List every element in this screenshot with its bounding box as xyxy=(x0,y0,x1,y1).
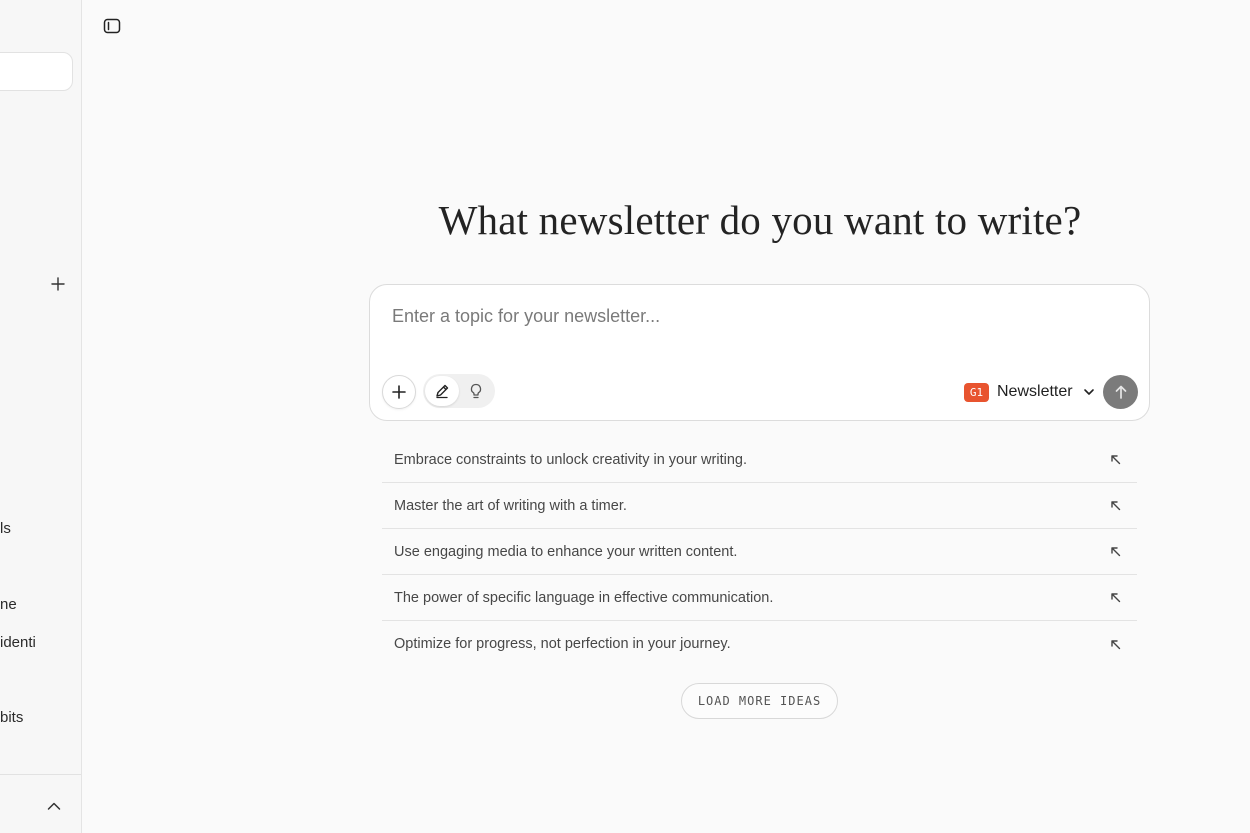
page-title: What newsletter do you want to write? xyxy=(438,197,1082,243)
composer: G1 Newsletter xyxy=(369,284,1150,421)
sidebar-item[interactable]: ls xyxy=(0,520,11,537)
ideas-mode-button[interactable] xyxy=(459,376,493,406)
sidebar-search-field[interactable] xyxy=(0,52,73,91)
ideas-list: Embrace constraints to unlock creativity… xyxy=(382,437,1137,667)
sidebar: ls ne identi bits xyxy=(0,0,82,833)
sidebar-item[interactable]: ne xyxy=(0,596,17,613)
pencil-icon xyxy=(436,384,449,399)
topic-input[interactable] xyxy=(390,303,1130,329)
idea-row[interactable]: The power of specific language in effect… xyxy=(382,575,1137,621)
write-mode-button[interactable] xyxy=(425,376,459,406)
send-button[interactable] xyxy=(1103,375,1138,409)
idea-row[interactable]: Use engaging media to enhance your writt… xyxy=(382,529,1137,575)
toggle-sidebar-button[interactable] xyxy=(101,16,122,36)
arrow-up-icon xyxy=(1115,385,1126,399)
idea-text: The power of specific language in effect… xyxy=(394,589,774,606)
lightbulb-icon xyxy=(470,383,482,398)
sidebar-add-button[interactable] xyxy=(48,274,68,294)
plus-icon xyxy=(51,277,65,291)
arrow-up-left-icon xyxy=(1107,636,1123,652)
idea-text: Optimize for progress, not perfection in… xyxy=(394,636,731,652)
idea-row[interactable]: Embrace constraints to unlock creativity… xyxy=(382,437,1137,483)
arrow-up-left-icon xyxy=(1107,498,1123,514)
arrow-up-left-icon xyxy=(1107,544,1123,560)
idea-text: Master the art of writing with a timer. xyxy=(394,497,627,514)
mode-toggle-group xyxy=(423,374,495,408)
sidebar-item[interactable]: identi xyxy=(0,634,36,651)
idea-row[interactable]: Master the art of writing with a timer. xyxy=(382,483,1137,529)
arrow-up-left-icon xyxy=(1107,590,1123,606)
format-select[interactable]: G1 Newsletter xyxy=(964,380,1095,404)
attach-button[interactable] xyxy=(382,375,416,409)
load-more-button[interactable]: LOAD MORE IDEAS xyxy=(681,683,838,719)
plus-icon xyxy=(392,385,406,399)
arrow-up-left-icon xyxy=(1107,452,1123,468)
sidebar-collapse-button[interactable] xyxy=(44,796,64,816)
format-badge: G1 xyxy=(964,382,989,402)
sidebar-toggle-icon xyxy=(103,18,120,34)
idea-text: Use engaging media to enhance your writt… xyxy=(394,543,738,560)
idea-text: Embrace constraints to unlock creativity… xyxy=(394,451,747,468)
idea-row[interactable]: Optimize for progress, not perfection in… xyxy=(382,621,1137,667)
chevron-up-icon xyxy=(47,802,61,810)
sidebar-item[interactable]: bits xyxy=(0,709,23,726)
format-label: Newsletter xyxy=(997,383,1073,400)
sidebar-footer xyxy=(0,774,81,833)
chevron-down-icon xyxy=(1083,389,1094,395)
